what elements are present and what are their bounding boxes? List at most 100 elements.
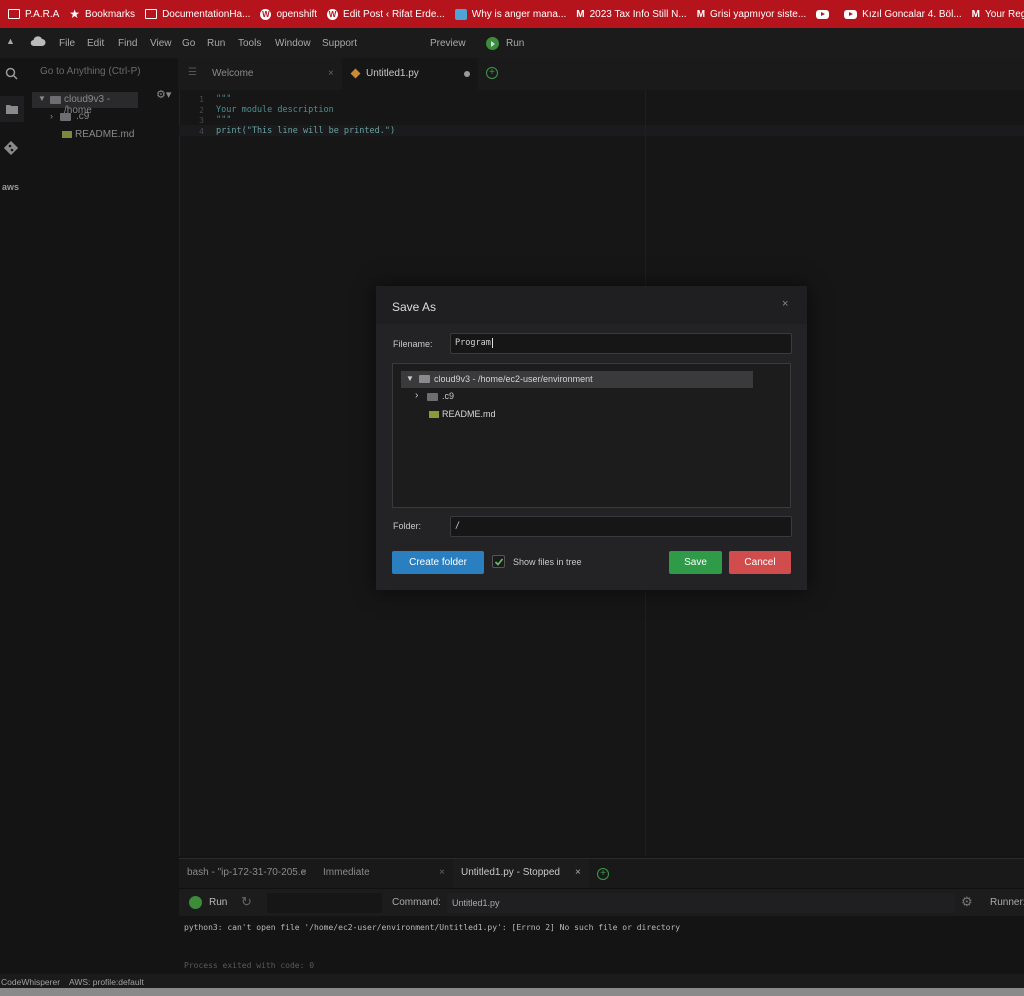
chevron-down-icon: ▼: [38, 94, 46, 103]
menu-edit[interactable]: Edit: [87, 38, 104, 49]
tree-root-row[interactable]: ▼ cloud9v3 - /home/ec2-user/environment: [401, 371, 753, 388]
tab-bash[interactable]: bash - "ip-172-31-70-205.e ×: [179, 859, 313, 889]
cloud9-logo-icon[interactable]: [30, 35, 46, 50]
preview-button[interactable]: Preview: [430, 38, 466, 49]
activity-bar: aws: [0, 58, 24, 974]
unsaved-dot-icon: [464, 71, 470, 77]
command-input[interactable]: Untitled1.py: [447, 893, 955, 913]
tree-item-c9[interactable]: › .c9: [50, 110, 150, 124]
folder-tree[interactable]: ▼ cloud9v3 - /home/ec2-user/environment …: [392, 363, 791, 508]
goto-anything-input[interactable]: Go to Anything (Ctrl-P): [40, 66, 141, 77]
bookmark-grisi[interactable]: M Grisi yapmıyor siste...: [697, 9, 806, 20]
filename-input[interactable]: Program: [450, 333, 792, 354]
tree-item-c9[interactable]: › .c9: [415, 390, 615, 404]
show-files-checkbox[interactable]: [492, 555, 505, 568]
tree-item-label: .c9: [76, 111, 90, 122]
chevron-right-icon: ›: [415, 390, 419, 401]
run-icon[interactable]: [189, 896, 202, 909]
bookmark-anger[interactable]: Why is anger mana...: [454, 8, 566, 20]
show-files-label: Show files in tree: [513, 557, 582, 567]
settings-gear-icon[interactable]: ⚙▾: [156, 88, 171, 101]
menu-window[interactable]: Window: [275, 38, 311, 49]
wordpress-icon: W: [260, 8, 272, 20]
create-folder-button[interactable]: Create folder: [392, 551, 484, 574]
youtube-icon: [844, 9, 858, 19]
run-button[interactable]: Run: [209, 897, 227, 908]
text-cursor: [491, 338, 493, 348]
close-icon[interactable]: ×: [301, 859, 307, 887]
cancel-button[interactable]: Cancel: [729, 551, 791, 574]
folder-input[interactable]: /: [450, 516, 792, 537]
bookmark-register[interactable]: MYour Register.com...: [972, 9, 1024, 20]
menu-tools[interactable]: Tools: [238, 38, 261, 49]
bookmark-kizil[interactable]: Kızıl Goncalar 4. Böl...: [844, 9, 962, 20]
folder-icon: [50, 96, 61, 104]
aws-profile-status[interactable]: AWS: profile:default: [69, 977, 144, 987]
save-button[interactable]: Save: [669, 551, 722, 574]
heart-icon: [454, 8, 467, 20]
gmail-icon: M: [696, 8, 706, 20]
command-label: Command:: [392, 897, 441, 908]
tree-item-label: .c9: [442, 391, 455, 401]
bookmark-openshift[interactable]: Wopenshift: [260, 8, 317, 20]
dialog-title: Save As: [392, 300, 437, 314]
markdown-file-icon: [429, 411, 439, 418]
line-number: 3: [199, 116, 204, 125]
menu-support[interactable]: Support: [322, 38, 357, 49]
tree-item-readme[interactable]: README.md: [62, 128, 162, 142]
close-icon[interactable]: ×: [328, 58, 334, 90]
tab-welcome[interactable]: Welcome ×: [204, 58, 342, 90]
restart-icon[interactable]: ↻: [241, 894, 252, 910]
bookmark-documentation[interactable]: DocumentationHa...: [145, 9, 250, 20]
editor-tab-bar: ☰ Welcome × Untitled1.py +: [178, 58, 1024, 91]
tab-immediate[interactable]: Immediate ×: [315, 859, 451, 889]
runner-toolbar: Run ↻ Command: Untitled1.py ⚙ Runner:: [179, 888, 1024, 917]
folder-icon: [419, 375, 430, 383]
status-bar: CodeWhisperer AWS: profile:default: [0, 974, 1024, 988]
menu-view[interactable]: View: [150, 38, 172, 49]
gear-icon[interactable]: ⚙: [961, 894, 973, 910]
folder-icon: [60, 113, 71, 121]
checkmark-icon: [494, 558, 504, 566]
line-number: 1: [199, 95, 204, 104]
menu-run[interactable]: Run: [207, 38, 225, 49]
codewhisperer-status[interactable]: CodeWhisperer: [1, 977, 60, 987]
close-icon[interactable]: ×: [782, 298, 788, 310]
files-tab[interactable]: [0, 96, 24, 122]
line-number: 4: [199, 127, 204, 136]
git-icon[interactable]: [4, 141, 18, 155]
files-icon: [6, 105, 18, 114]
run-button-label[interactable]: Run: [506, 38, 524, 49]
menu-file[interactable]: File: [59, 38, 75, 49]
bookmark-edit-post[interactable]: W Edit Post ‹ Rifat Erde...: [327, 8, 445, 20]
menu-find[interactable]: Find: [118, 38, 137, 49]
bookmark-para[interactable]: P.A.R.A: [8, 9, 59, 20]
close-icon[interactable]: ×: [439, 859, 445, 887]
collapse-up-icon[interactable]: ▲: [6, 36, 15, 46]
exit-status-line: Process exited with code: 0: [184, 961, 315, 970]
gmail-icon: M: [576, 8, 585, 20]
tree-item-readme[interactable]: README.md: [429, 408, 629, 422]
tab-untitled1[interactable]: Untitled1.py: [342, 58, 478, 90]
add-tab-icon[interactable]: +: [597, 868, 609, 880]
aws-icon[interactable]: aws: [2, 182, 19, 192]
folder-icon: [427, 393, 438, 401]
desktop-strip: [0, 988, 1024, 996]
add-tab-icon[interactable]: +: [486, 67, 498, 79]
search-icon[interactable]: [5, 67, 18, 80]
bottom-panel-tabs: bash - "ip-172-31-70-205.e × Immediate ×…: [179, 858, 1024, 889]
line-number: 2: [199, 106, 204, 115]
tree-root-row[interactable]: ▼ cloud9v3 - /home: [32, 92, 138, 116]
menu-go[interactable]: Go: [182, 38, 195, 49]
bookmark-tax[interactable]: M 2023 Tax Info Still N...: [576, 9, 686, 20]
run-icon[interactable]: [486, 37, 499, 50]
close-icon[interactable]: ×: [575, 859, 581, 887]
bookmark-bookmarks[interactable]: ★ Bookmarks: [69, 8, 135, 20]
runner-selector[interactable]: Runner:: [990, 897, 1024, 908]
menu-lines-icon[interactable]: ☰: [188, 67, 197, 78]
tab-untitled1-stopped[interactable]: Untitled1.py - Stopped ×: [453, 859, 589, 889]
chevron-right-icon: ›: [50, 111, 53, 121]
bookmark-youtube[interactable]: [816, 9, 834, 19]
run-output[interactable]: python3: can't open file '/home/ec2-user…: [179, 916, 1024, 974]
tree-item-label: README.md: [75, 129, 135, 140]
